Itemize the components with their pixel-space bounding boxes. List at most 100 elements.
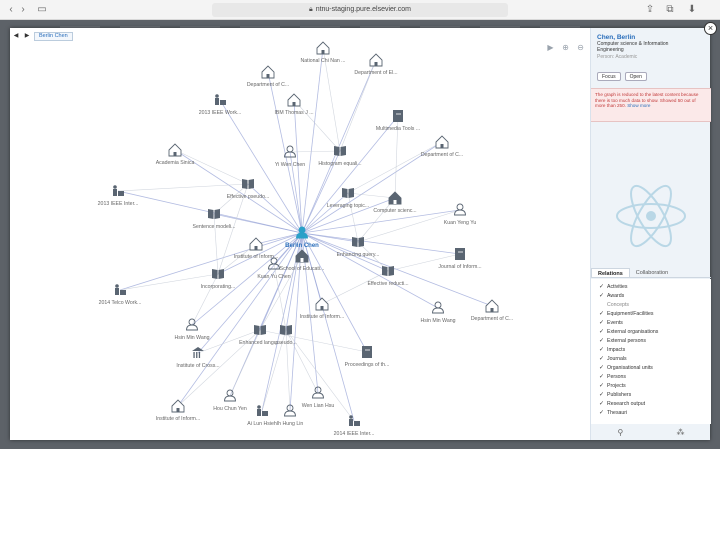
- filter-item[interactable]: ✓ Impacts: [591, 345, 711, 354]
- graph-node[interactable]: Academia Sinica: [156, 143, 195, 166]
- graph-node[interactable]: Proceedings of th...: [345, 346, 390, 368]
- filter-label: Events: [607, 319, 623, 326]
- zoom-in-icon[interactable]: ⊕: [560, 42, 571, 53]
- graph-node[interactable]: Journal of Inform...: [438, 248, 482, 270]
- breadcrumb-item[interactable]: Berlin Chen: [34, 31, 73, 41]
- graph-node[interactable]: Histogram equali...: [318, 146, 362, 167]
- person-header: Chen, Berlin Computer science & Informat…: [597, 34, 707, 60]
- node-label: Academia Sinica: [156, 160, 195, 166]
- close-icon[interactable]: ×: [704, 22, 717, 35]
- building-icon: [485, 299, 499, 313]
- node-label: Institute of Inform...: [300, 314, 344, 320]
- graph-node[interactable]: Department of El...: [354, 53, 398, 76]
- filter-label: External persons: [607, 337, 646, 344]
- tab-relations[interactable]: Relations: [591, 268, 630, 277]
- graph-node[interactable]: Department of C...: [421, 135, 463, 158]
- filter-item[interactable]: ✓ Persons: [591, 372, 711, 381]
- graph-node[interactable]: Sentence modeli...: [193, 209, 236, 230]
- network-graph[interactable]: ◀ ▶ Berlin Chen ▶ ⊕ ⊖ Berlin Chen Departm…: [10, 28, 590, 440]
- graph-node[interactable]: Ai Lun Hsieh: [247, 405, 277, 427]
- tab-collaboration[interactable]: Collaboration: [630, 268, 674, 277]
- graph-canvas[interactable]: Berlin Chen Department of C... National Ch…: [10, 28, 590, 440]
- graph-edge: [357, 209, 461, 243]
- graph-node[interactable]: Effective pseudo...: [227, 179, 270, 200]
- show-more-link[interactable]: Show more: [627, 103, 650, 108]
- graph-node[interactable]: Computer scienc...: [373, 191, 417, 214]
- forward-arrow-icon[interactable]: ▶: [23, 32, 31, 40]
- graph-node[interactable]: Institute of Inform...: [234, 237, 278, 260]
- forward-icon[interactable]: ›: [18, 3, 28, 17]
- play-icon[interactable]: ▶: [545, 42, 556, 53]
- filter-item[interactable]: ✓ External persons: [591, 336, 711, 345]
- graph-node[interactable]: Leveraging topic...: [327, 188, 369, 209]
- checkmark-icon: ✓: [599, 311, 605, 317]
- checkmark-icon: ✓: [599, 410, 605, 416]
- checkmark-icon: ✓: [599, 293, 605, 299]
- graph-node[interactable]: Institute of Cross...: [176, 347, 220, 369]
- address-bar[interactable]: 🔒︎ ntnu-staging.pure.elsevier.com: [212, 3, 508, 17]
- graph-node[interactable]: Hsin Min Wang: [175, 318, 210, 341]
- filter-item[interactable]: ✓ Research output: [591, 399, 711, 408]
- node-label: Department of C...: [247, 82, 289, 88]
- back-icon[interactable]: ‹: [6, 3, 16, 17]
- node-label: Institute of Inform...: [156, 416, 200, 422]
- filter-item[interactable]: ✓ Awards: [591, 291, 711, 300]
- node-label: pseudo...: [275, 340, 296, 346]
- filter-item[interactable]: Concepts: [591, 300, 711, 309]
- filter-item[interactable]: ✓ Equipment/Facilities: [591, 309, 711, 318]
- graph-node[interactable]: Institute of Inform...: [156, 399, 200, 422]
- filter-item[interactable]: ✓ Events: [591, 318, 711, 327]
- filter-label: External organisations: [607, 328, 659, 335]
- back-arrow-icon[interactable]: ◀: [12, 32, 20, 40]
- person-name[interactable]: Chen, Berlin: [597, 34, 707, 41]
- node-label: 2013 IEEE Work...: [199, 110, 242, 116]
- focus-button[interactable]: Focus: [597, 72, 621, 81]
- node-label: School of Educati...: [280, 266, 325, 272]
- graph-node[interactable]: Department of C...: [471, 299, 513, 322]
- graph-node[interactable]: 2013 IEEE Inter...: [98, 185, 139, 207]
- building-icon: [388, 191, 402, 205]
- browser-toolbar: ‹ › ▭ 🔒︎ ntnu-staging.pure.elsevier.com ⇪…: [0, 0, 720, 20]
- graph-edge: [301, 232, 355, 422]
- graph-node[interactable]: Hsin Min Wang: [421, 301, 456, 324]
- filter-item[interactable]: ✓ Activities: [591, 282, 711, 291]
- filter-item[interactable]: ✓ Journals: [591, 354, 711, 363]
- graph-node[interactable]: Yi Wen Chen: [275, 145, 305, 168]
- graph-node[interactable]: Effective reducti...: [367, 266, 409, 287]
- filter-item[interactable]: ✓ Projects: [591, 381, 711, 390]
- network-icon[interactable]: ⁂: [676, 428, 684, 437]
- graph-node[interactable]: Kuan Yeng Yu: [444, 203, 477, 226]
- tabs-icon[interactable]: ⧉: [664, 3, 676, 17]
- graph-node[interactable]: 2014 IEEE Inter...: [334, 415, 375, 437]
- filter-item[interactable]: ✓ Thesauri: [591, 408, 711, 417]
- filter-item[interactable]: ✓ Publishers: [591, 390, 711, 399]
- graph-node[interactable]: 2013 IEEE Work...: [199, 94, 242, 116]
- filter-item[interactable]: ✓ Organisational units: [591, 363, 711, 372]
- checkmark-icon: ✓: [599, 356, 605, 362]
- affiliation-cont: Engineering: [597, 47, 624, 53]
- journal-icon: [362, 346, 372, 358]
- zoom-out-icon[interactable]: ⊖: [575, 42, 586, 53]
- graph-edge: [247, 183, 303, 234]
- filter-label: Equipment/Facilities: [607, 310, 654, 317]
- building-icon: [261, 65, 275, 79]
- filter-item[interactable]: ✓ External organisations: [591, 327, 711, 336]
- open-button[interactable]: Open: [624, 72, 647, 81]
- graph-node[interactable]: IBM Thomas J ...: [274, 93, 314, 116]
- graph-node[interactable]: National Chi Nan ...: [301, 41, 346, 64]
- sidebar-icon[interactable]: ▭: [36, 3, 48, 17]
- url-text: ntnu-staging.pure.elsevier.com: [315, 6, 412, 13]
- node-label: Enhancing query...: [337, 252, 380, 258]
- share-icon[interactable]: ⇪: [644, 3, 656, 17]
- graph-node[interactable]: Department of C...: [247, 65, 289, 88]
- graph-edge: [301, 115, 399, 234]
- graph-node[interactable]: Hou Chun Yen: [213, 389, 247, 412]
- filter-icon[interactable]: ⚲: [618, 428, 624, 437]
- graph-node[interactable]: Institute of Inform...: [300, 297, 344, 320]
- graph-node[interactable]: Multimedia Tools ...: [376, 110, 420, 132]
- download-icon[interactable]: ⬇: [686, 3, 698, 17]
- node-label: Ai Lun Hsieh: [247, 421, 277, 427]
- node-label: Journal of Inform...: [438, 264, 481, 270]
- building-icon: [369, 53, 383, 67]
- panel-footer: ⚲ ⁂: [591, 424, 711, 440]
